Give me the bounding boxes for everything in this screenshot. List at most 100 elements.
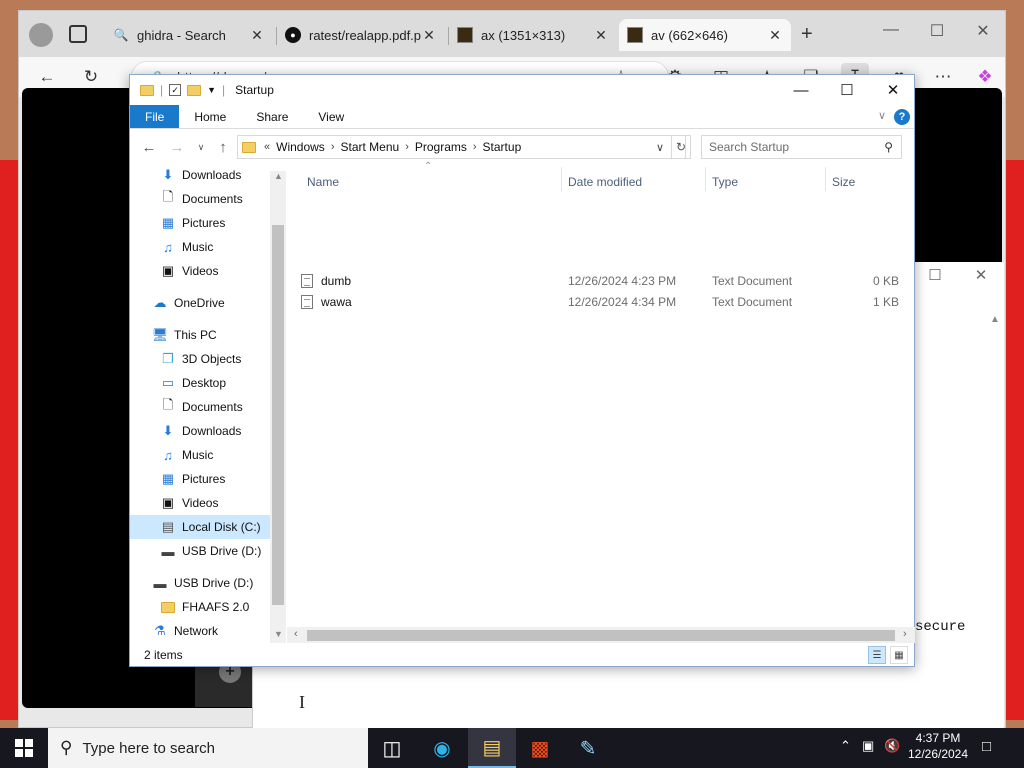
- tab-actions-icon[interactable]: [69, 25, 87, 43]
- chevron-down-icon[interactable]: ∨: [650, 135, 670, 159]
- back-arrow-icon[interactable]: ←: [138, 135, 160, 159]
- show-hidden-icons-icon[interactable]: ⌃: [840, 738, 851, 754]
- refresh-icon[interactable]: ↻: [671, 135, 691, 159]
- start-button[interactable]: [0, 728, 48, 768]
- file-row[interactable]: dumb 12/26/2024 4:23 PM Text Document 0 …: [301, 271, 901, 291]
- large-icons-view-icon[interactable]: ▦: [890, 646, 908, 664]
- nav-item-videos[interactable]: ▣ Videos: [160, 259, 219, 283]
- back-arrow-icon[interactable]: ←: [33, 63, 61, 91]
- restore-icon[interactable]: ☐: [920, 266, 950, 284]
- system-clock[interactable]: 4:37 PM 12/26/2024: [906, 730, 970, 762]
- close-tab-icon[interactable]: ✕: [593, 27, 609, 44]
- scroll-left-icon[interactable]: ‹: [294, 628, 298, 640]
- nav-item-3d-objects[interactable]: ❐ 3D Objects: [160, 347, 241, 371]
- breadcrumb-overflow[interactable]: «: [264, 141, 270, 153]
- ribbon-tab-share[interactable]: Share: [241, 105, 303, 128]
- nav-item-onedrive[interactable]: ☁ OneDrive: [152, 291, 225, 315]
- browser-tab-ax[interactable]: ax (1351×313) ✕: [449, 19, 617, 51]
- column-divider[interactable]: [561, 167, 562, 191]
- minimize-icon[interactable]: —: [778, 75, 824, 105]
- profile-avatar[interactable]: [29, 23, 53, 47]
- nav-item-pictures-pc[interactable]: ▦ Pictures: [160, 467, 226, 491]
- column-header-size[interactable]: Size: [832, 175, 855, 189]
- refresh-icon[interactable]: ↻: [77, 63, 105, 91]
- nav-item-downloads-pc[interactable]: ⬇ Downloads: [160, 419, 242, 443]
- sort-ascending-icon: ⌃: [424, 161, 433, 172]
- nav-item-desktop[interactable]: ▭ Desktop: [160, 371, 226, 395]
- ribbon-tab-view[interactable]: View: [303, 105, 359, 128]
- nav-item-music[interactable]: ♫ Music: [160, 235, 213, 259]
- recent-locations-icon[interactable]: ∨: [190, 135, 212, 159]
- column-divider[interactable]: [825, 167, 826, 191]
- copilot-icon[interactable]: ❖: [971, 63, 999, 91]
- forward-arrow-icon[interactable]: →: [166, 135, 188, 159]
- new-folder-icon[interactable]: [187, 84, 202, 96]
- new-tab-icon[interactable]: +: [801, 23, 813, 46]
- browser-tab-av[interactable]: av (662×646) ✕: [619, 19, 791, 51]
- help-icon[interactable]: ?: [894, 109, 910, 125]
- volume-muted-icon[interactable]: 🔇: [884, 738, 900, 754]
- close-icon[interactable]: ✕: [870, 75, 916, 105]
- column-divider[interactable]: [705, 167, 706, 191]
- nav-item-local-disk[interactable]: ▤ Local Disk (C:): [130, 515, 270, 539]
- close-icon[interactable]: ✕: [966, 266, 996, 284]
- nav-item-music-pc[interactable]: ♫ Music: [160, 443, 213, 467]
- nav-item-fhaafs[interactable]: FHAAFS 2.0: [160, 595, 249, 619]
- scroll-down-icon[interactable]: ▼: [274, 629, 283, 639]
- browser-tab-github[interactable]: ● ratest/realapp.pdf.py ✕: [277, 19, 445, 51]
- edge-browser-icon[interactable]: ◉: [418, 728, 466, 768]
- scroll-up-icon[interactable]: ▲: [274, 171, 283, 181]
- close-tab-icon[interactable]: ✕: [249, 27, 265, 44]
- nav-label: OneDrive: [174, 296, 225, 310]
- column-header-date-modified[interactable]: Date modified: [568, 175, 642, 189]
- column-header-name[interactable]: Name: [307, 175, 339, 189]
- taskbar-search-input[interactable]: ⚲ Type here to search: [48, 728, 368, 768]
- nav-item-documents[interactable]: 🗋Documents📌: [160, 187, 243, 211]
- expand-ribbon-icon[interactable]: ∨: [878, 109, 886, 122]
- scroll-right-icon[interactable]: ›: [903, 628, 907, 640]
- ribbon-tab-home[interactable]: Home: [179, 105, 241, 128]
- nav-item-this-pc[interactable]: 🖥 This PC: [152, 323, 217, 347]
- column-header-type[interactable]: Type: [712, 175, 738, 189]
- notification-center-icon[interactable]: □: [982, 738, 991, 755]
- ribbon-tab-file[interactable]: File: [130, 105, 180, 128]
- nav-item-videos-pc[interactable]: ▣ Videos: [160, 491, 219, 515]
- browser-tab-ghidra[interactable]: 🔍 ghidra - Search ✕: [105, 19, 273, 51]
- folder-icon: [160, 599, 176, 615]
- maximize-icon[interactable]: ☐: [917, 21, 957, 41]
- close-tab-icon[interactable]: ✕: [767, 27, 783, 44]
- minimize-icon[interactable]: —: [871, 21, 911, 39]
- toolbar-divider: |: [222, 83, 226, 97]
- close-icon[interactable]: ✕: [963, 21, 1003, 41]
- maximize-icon[interactable]: ☐: [824, 75, 870, 105]
- nav-item-usb-drive-root[interactable]: ▬ USB Drive (D:): [152, 571, 254, 595]
- microsoft-store-icon[interactable]: ▩: [516, 728, 564, 768]
- horizontal-scroll-thumb[interactable]: [307, 630, 895, 641]
- network-status-icon[interactable]: ▣: [862, 738, 874, 754]
- nav-item-documents-pc[interactable]: 🗋 Documents: [160, 395, 243, 419]
- breadcrumb-programs[interactable]: Programs: [415, 140, 467, 154]
- search-input[interactable]: Search Startup ⚲: [701, 135, 902, 159]
- window-title: Startup: [235, 83, 274, 97]
- file-explorer-icon[interactable]: ▤: [468, 728, 516, 768]
- nav-scroll-thumb[interactable]: [272, 225, 284, 605]
- breadcrumb-startup[interactable]: Startup: [483, 140, 522, 154]
- scroll-up-icon[interactable]: ▲: [988, 314, 1002, 330]
- task-view-icon[interactable]: ◫: [368, 728, 416, 768]
- close-tab-icon[interactable]: ✕: [421, 27, 437, 44]
- nav-item-usb-drive[interactable]: ▬ USB Drive (D:): [160, 539, 262, 563]
- nav-item-pictures[interactable]: ▦Pictures📌: [160, 211, 226, 235]
- breadcrumb[interactable]: « Windows › Start Menu › Programs › Star…: [237, 135, 686, 159]
- properties-icon[interactable]: ✓: [169, 84, 182, 96]
- up-arrow-icon[interactable]: ↑: [212, 135, 234, 159]
- file-explorer-window: | ✓ ▼ | Startup — ☐ ✕ File Home Share Vi…: [129, 74, 915, 667]
- file-row[interactable]: wawa 12/26/2024 4:34 PM Text Document 1 …: [301, 292, 901, 312]
- details-view-icon[interactable]: ☰: [868, 646, 886, 664]
- nav-item-network[interactable]: ⚗ Network: [152, 619, 218, 643]
- breadcrumb-start-menu[interactable]: Start Menu: [340, 140, 399, 154]
- nav-item-downloads[interactable]: ⬇Downloads📌: [160, 163, 242, 187]
- more-menu-icon[interactable]: ⋯: [929, 63, 957, 91]
- breadcrumb-windows[interactable]: Windows: [276, 140, 325, 154]
- notepad-icon[interactable]: ✎: [564, 728, 612, 768]
- customize-toolbar-icon[interactable]: ▼: [207, 85, 216, 95]
